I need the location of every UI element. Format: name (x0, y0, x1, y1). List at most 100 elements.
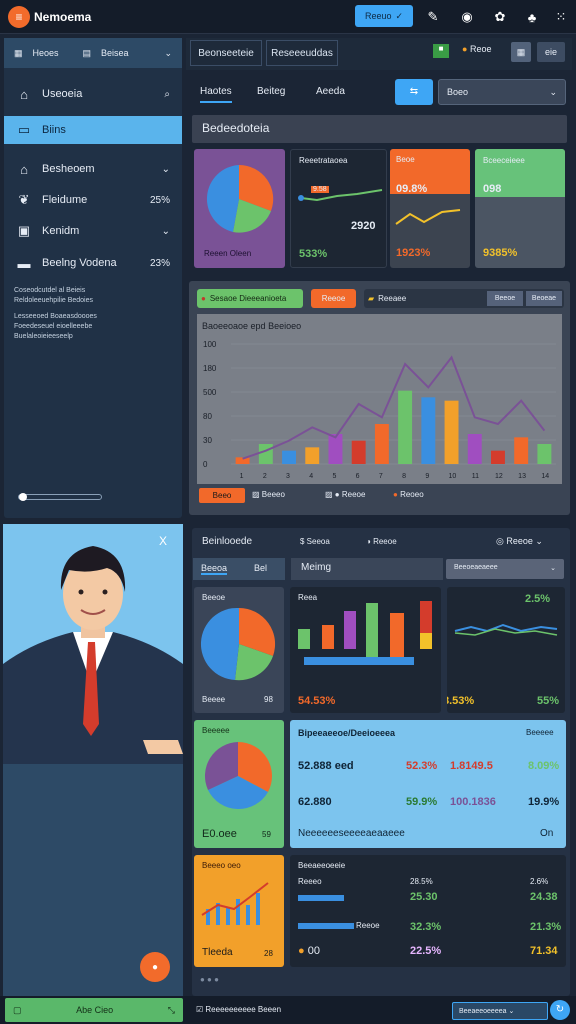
image-icon: ▨ (325, 490, 333, 499)
y-tick-label: 0 (203, 460, 208, 469)
chevron-down-icon[interactable]: ⌄ (162, 226, 170, 237)
sidebar-tab-0[interactable]: Heoes (33, 48, 59, 58)
subtab-0[interactable]: Beeoa (201, 563, 228, 575)
app-logo-icon[interactable]: ≡ (8, 6, 30, 28)
x-tick-label: 14 (541, 473, 549, 480)
y-tick-label: 80 (203, 412, 212, 421)
top-right-button[interactable]: eie (537, 42, 565, 62)
card-green[interactable]: Bceeceieee 098 9385% (475, 149, 565, 268)
footer-button[interactable]: ▢ Abe Cieo ⤡ (5, 998, 183, 1022)
tablet-icon: ▭ (17, 122, 31, 137)
x-tick-label: 3 (286, 473, 290, 480)
lower-header-0: Beinlooede (202, 536, 253, 547)
filter-select[interactable]: Boeo ⌄ (438, 79, 566, 105)
bar-indicator (298, 923, 354, 929)
globe-icon[interactable]: ◉ (458, 8, 476, 26)
bottom-legend-3[interactable]: ● Reoeo (393, 490, 424, 499)
sidebar-item-0[interactable]: ⌂ Useoeia ⌕ (4, 80, 182, 108)
x-tick-label: 11 (472, 473, 479, 480)
lower-header-dropdown[interactable]: ◎ Reeoe ⌄ (496, 536, 543, 547)
pagination-dots[interactable]: ● ● ● (200, 975, 219, 984)
line-chart-small (395, 209, 461, 225)
top-action-button[interactable]: Reeuo ✓ (355, 5, 413, 27)
cluster-icon[interactable]: ♣ (523, 8, 541, 26)
chevron-down-icon: ⌄ (550, 565, 556, 572)
y-tick-label: 100 (203, 340, 217, 349)
image-icon[interactable]: ▦ (511, 42, 531, 62)
low-card-pie[interactable]: Beeeee E0.oee 59 (194, 720, 284, 848)
x-tick-label: 10 (449, 473, 457, 480)
sidebar-item-3[interactable]: ❦ Fleidume 25% (4, 186, 182, 214)
gear-icon[interactable]: ✿ (491, 8, 509, 26)
sidebar-slider[interactable] (18, 493, 102, 501)
bottom-legend-0[interactable]: Beeo (199, 488, 245, 503)
lower-header-1[interactable]: $ Seeoa (300, 537, 330, 546)
y-tick-label: 500 (203, 388, 217, 397)
card-line[interactable]: Reeetrataoea 9.58 2920 533% (290, 149, 387, 268)
mid-card-bars[interactable]: Reea 54.53% (290, 587, 441, 713)
mid-card-line[interactable]: 2.5% 8.53% 55% (447, 587, 565, 713)
section-title: Bedeedoteia (192, 115, 567, 143)
sidebar (4, 38, 182, 518)
bar-indicator (298, 895, 344, 901)
sidebar-item-4[interactable]: ▣ Kenidm ⌄ (4, 217, 182, 245)
mid-card-pie[interactable]: Beeoe Beeee 98 (194, 587, 284, 713)
bar-chart-bottom (201, 882, 269, 925)
x-tick-label: 2 (263, 473, 267, 480)
main-bar-chart: 100180500803001 2 3 4 5 6 7 8 9 10 11 12 13 14 (203, 340, 556, 480)
sidebar-item-1[interactable]: ▭ Biins (4, 116, 182, 144)
lower-select[interactable]: Beeoeaeaeee ⌄ (446, 559, 564, 579)
bar (282, 450, 296, 464)
list-icon: ▤ (82, 47, 92, 58)
filter-tab-1[interactable]: Beiteg (257, 86, 285, 97)
lower-header-2[interactable]: ◑ Reeoe (366, 537, 397, 546)
chat-bubble-icon[interactable]: ● (140, 952, 170, 982)
line-chart-mid (454, 623, 558, 636)
checkbox-icon[interactable]: ☑ (196, 1005, 203, 1014)
wand-icon[interactable]: ✎ (424, 8, 442, 26)
chart-button-0[interactable]: Beeoe (487, 291, 523, 306)
footer-select[interactable]: Beeaeeoeeeea ⌄ (452, 1002, 548, 1020)
legend-chip-1[interactable]: Reeoe (311, 289, 356, 308)
chart-button-1[interactable]: Beoeae (526, 291, 562, 306)
house-icon: ⌂ (20, 161, 28, 177)
tab-1[interactable]: Reseeeuddas (266, 40, 338, 66)
circle-icon: ● (393, 490, 398, 499)
folder-icon: ▰ (368, 294, 375, 303)
dot-icon: ● (298, 945, 305, 957)
tab-0[interactable]: Beonseeteie (190, 40, 262, 66)
sidebar-item-5[interactable]: ▬ Beelng Vodena 23% (4, 249, 182, 277)
subtab-2[interactable]: Meimg (291, 558, 443, 580)
refresh-icon[interactable]: ↻ (550, 1000, 570, 1020)
chevron-down-icon[interactable]: ⌄ (164, 48, 172, 59)
subtab-1[interactable]: Bel (254, 563, 267, 573)
leaf-icon: ❦ (18, 192, 30, 207)
flag-icon: ■ (433, 44, 449, 58)
low-card-table[interactable]: Bipeeaeeoe/Deeioeeea Beeeee 52.888 eed 5… (290, 720, 566, 848)
bar (537, 444, 552, 464)
bottom-legend-2[interactable]: ▨ ● Reeoe (325, 490, 365, 499)
x-tick-label: 12 (495, 473, 503, 480)
filter-action-button[interactable]: ⇆ (395, 79, 433, 105)
card-pie[interactable]: Reeen Oleen (194, 149, 285, 268)
sidebar-tabs: ▦ Heoes ▤ Beisea ⌄ (4, 38, 182, 68)
sidebar-item-2[interactable]: ⌂ Besheoem ⌄ (4, 155, 182, 183)
filter-tab-0[interactable]: Haotes (200, 86, 232, 103)
footer-status: ☑ Reeeeeeeeee Beeen (196, 1005, 282, 1014)
sidebar-tab-1[interactable]: Beisea (101, 48, 129, 58)
chevron-down-icon[interactable]: ⌄ (162, 164, 170, 175)
bottom-row-label: ● 00 (298, 945, 320, 957)
bottom-legend-1[interactable]: ▨ Beeeo (252, 490, 285, 499)
x-tick-label: 5 (332, 473, 336, 480)
grid-icon[interactable]: ⁙ (552, 8, 570, 26)
card-orange[interactable]: Beoe 09.8% 1923% (390, 149, 470, 268)
search-icon[interactable]: ⌕ (164, 89, 170, 100)
legend-chip-0[interactable]: ● Sesaoe Dieeeanioeta (197, 289, 303, 308)
slider-handle[interactable] (19, 493, 27, 501)
bottom-card-table[interactable]: Beeaeeoeeie Reeeo 28.5% 2.6% 25.30 24.38… (290, 855, 566, 967)
bottom-card-chart[interactable]: Beeeo oeo Tleeda 28 (194, 855, 284, 967)
bar (305, 447, 320, 464)
close-icon[interactable]: X (159, 534, 167, 548)
filter-tab-2[interactable]: Aeeda (316, 86, 345, 97)
top-right-label[interactable]: ● Reoe (462, 44, 491, 54)
